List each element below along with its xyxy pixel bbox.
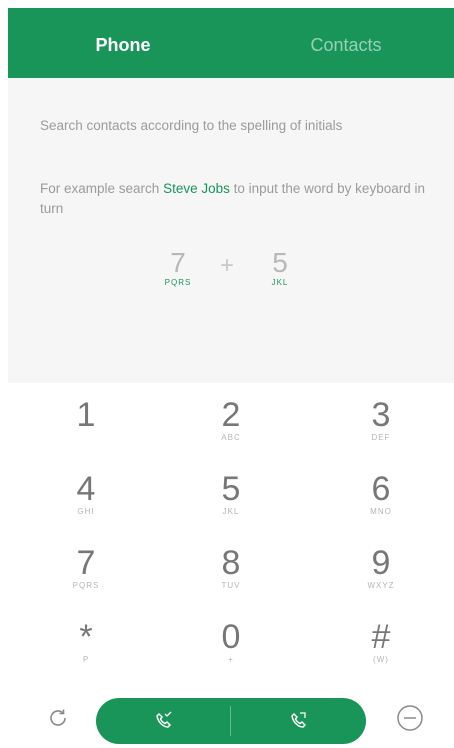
hint-line-2: For example search Steve Jobs to input t…	[40, 179, 430, 219]
call-sim2-button[interactable]	[231, 698, 366, 744]
key-0-letters: +	[228, 655, 234, 664]
example-key-5-digit: 5	[272, 247, 288, 278]
key-star[interactable]: * P	[26, 605, 146, 679]
refresh-icon	[50, 709, 66, 726]
key-3-letters: DEF	[371, 433, 391, 442]
example-key-7-letters: PQRS	[164, 278, 192, 287]
key-5-digit: 5	[221, 470, 241, 508]
hint-line-2-prefix: For example search	[40, 181, 164, 196]
call-buttons	[96, 698, 366, 744]
key-9-digit: 9	[371, 544, 391, 582]
key-6[interactable]: 6 MNO	[321, 457, 441, 531]
refresh-button[interactable]	[40, 700, 76, 736]
key-6-letters: MNO	[370, 507, 392, 516]
key-hash[interactable]: # (W)	[321, 605, 441, 679]
example-plus: +	[220, 252, 235, 279]
tab-contacts[interactable]: Contacts	[238, 8, 454, 78]
dial-keypad: 1 2 ABC 3 DEF 4 GHI 5 JKL 6 MNO 7 PQRS 8 TUV 9W…	[8, 383, 454, 683]
key-hash-letters: (W)	[373, 655, 389, 664]
key-hash-digit: #	[371, 618, 391, 656]
key-7[interactable]: 7 PQRS	[26, 531, 146, 605]
key-4[interactable]: 4 GHI	[26, 457, 146, 531]
key-8-digit: 8	[221, 544, 241, 582]
phone-call-icon	[155, 711, 171, 728]
example-key-7: 7 PQRS	[158, 246, 198, 287]
status-bar	[0, 0, 454, 8]
call-sim1-button[interactable]	[96, 698, 231, 744]
key-2[interactable]: 2 ABC	[171, 383, 291, 457]
key-1[interactable]: 1	[26, 383, 146, 457]
key-8-letters: TUV	[221, 581, 241, 590]
hint-example-keys: 7 PQRS + 5 JKL	[158, 246, 318, 306]
hint-example-name: Steve Jobs	[163, 181, 230, 196]
example-key-5-letters: JKL	[271, 278, 289, 287]
key-5[interactable]: 5 JKL	[171, 457, 291, 531]
key-4-digit: 4	[76, 470, 96, 508]
key-3[interactable]: 3 DEF	[321, 383, 441, 457]
example-key-5: 5 JKL	[260, 246, 300, 287]
hint-line-1: Search contacts according to the spellin…	[40, 118, 343, 133]
tab-phone[interactable]: Phone	[8, 8, 238, 78]
key-4-letters: GHI	[77, 507, 95, 516]
key-6-digit: 6	[371, 470, 391, 508]
key-3-digit: 3	[371, 396, 391, 434]
key-7-letters: PQRS	[72, 581, 100, 590]
key-2-letters: ABC	[221, 433, 241, 442]
delete-button[interactable]	[392, 700, 428, 736]
key-0-digit: 0	[221, 618, 241, 656]
phone-call-icon	[290, 712, 306, 728]
key-9[interactable]: 9 WXYZ	[321, 531, 441, 605]
tab-bar: Phone Contacts	[8, 8, 454, 78]
minus-circle-icon	[397, 705, 423, 731]
key-star-letters: P	[82, 655, 90, 664]
search-hint-panel: Search contacts according to the spellin…	[8, 78, 454, 383]
key-2-digit: 2	[221, 396, 241, 434]
key-5-letters: JKL	[222, 507, 240, 516]
key-8[interactable]: 8 TUV	[171, 531, 291, 605]
dial-bottom-bar	[0, 690, 454, 748]
key-9-letters: WXYZ	[367, 581, 395, 590]
key-star-digit: *	[79, 618, 93, 656]
key-1-digit: 1	[76, 396, 96, 434]
key-7-digit: 7	[76, 544, 96, 582]
key-0[interactable]: 0 +	[171, 605, 291, 679]
example-key-7-digit: 7	[170, 247, 186, 278]
